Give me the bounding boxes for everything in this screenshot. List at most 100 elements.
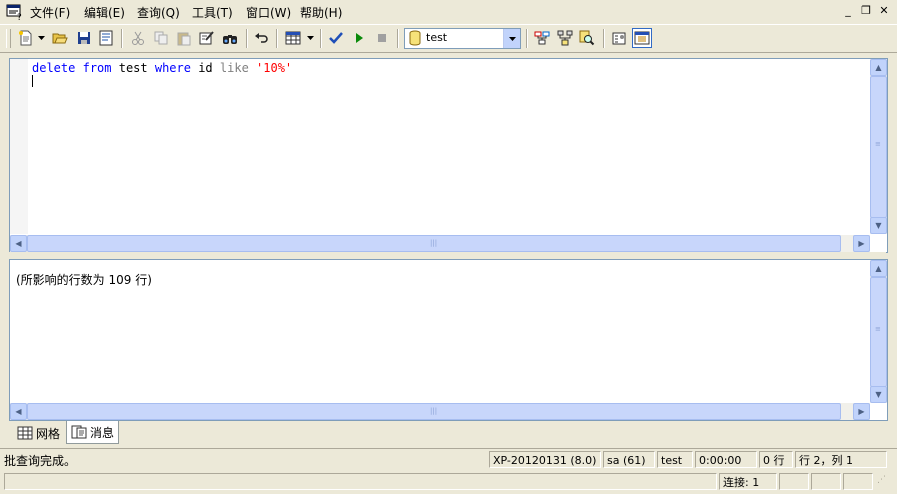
parse-check-icon bbox=[329, 32, 343, 44]
results-mode-icon bbox=[285, 31, 301, 45]
database-select-dropdown[interactable] bbox=[503, 29, 520, 48]
chevron-up-icon: ▲ bbox=[875, 63, 882, 72]
paste-button[interactable] bbox=[174, 28, 194, 48]
clear-icon bbox=[199, 31, 214, 45]
menu-file[interactable]: 文件(F) bbox=[30, 4, 70, 21]
toolbar-separator bbox=[603, 29, 605, 48]
menu-tools[interactable]: 工具(T) bbox=[192, 4, 233, 21]
toolbar-grip[interactable] bbox=[6, 29, 11, 48]
results-pane[interactable]: (所影响的行数为 109 行) ▲ ≡ ▼ ◀ ||| ▶ bbox=[9, 259, 888, 421]
results-vertical-scrollbar[interactable]: ▲ ≡ ▼ bbox=[870, 260, 887, 403]
editor-vertical-scrollbar[interactable]: ▲ ≡ ▼ bbox=[870, 59, 887, 234]
scroll-right-button[interactable]: ▶ bbox=[853, 403, 870, 420]
display-plan-button[interactable] bbox=[532, 28, 552, 48]
menu-query[interactable]: 查询(Q) bbox=[137, 4, 180, 21]
restore-button[interactable]: ❐ bbox=[858, 4, 874, 18]
close-button[interactable]: ✕ bbox=[876, 4, 892, 18]
editor-gutter bbox=[10, 59, 28, 234]
grid-icon bbox=[17, 426, 33, 440]
grip-icon: ||| bbox=[430, 407, 438, 415]
connection-status-bar: 连接: 1 ⋰ bbox=[0, 471, 897, 494]
database-select[interactable]: test bbox=[404, 28, 521, 49]
parse-query-button[interactable] bbox=[326, 28, 346, 48]
save-button[interactable] bbox=[74, 28, 94, 48]
query-editor[interactable]: delete from test where id like '10%' ▲ ≡… bbox=[9, 58, 888, 253]
chevron-left-icon: ◀ bbox=[15, 407, 22, 416]
restore-icon: ❐ bbox=[861, 4, 871, 17]
undo-button[interactable] bbox=[252, 28, 272, 48]
find-button[interactable] bbox=[220, 28, 240, 48]
find-icon bbox=[223, 35, 237, 44]
status-panel-empty bbox=[811, 473, 841, 490]
object-search-button[interactable] bbox=[577, 28, 597, 48]
scroll-thumb[interactable]: ≡ bbox=[870, 76, 887, 218]
results-mode-dropdown[interactable] bbox=[305, 28, 315, 48]
tab-grid[interactable]: 网格 bbox=[13, 423, 64, 443]
execute-query-button[interactable] bbox=[349, 28, 369, 48]
result-message: (所影响的行数为 109 行) bbox=[16, 273, 152, 287]
status-user: sa (61) bbox=[603, 451, 655, 468]
resize-grip-icon[interactable]: ⋰ bbox=[877, 475, 886, 485]
new-query-dropdown[interactable] bbox=[36, 28, 46, 48]
properties-icon bbox=[612, 32, 626, 45]
load-script-icon bbox=[99, 30, 113, 46]
menu-help[interactable]: 帮助(H) bbox=[300, 4, 342, 21]
open-button[interactable] bbox=[50, 28, 70, 48]
cancel-query-button[interactable] bbox=[372, 28, 392, 48]
scroll-thumb[interactable]: ≡ bbox=[870, 277, 887, 387]
new-query-button[interactable] bbox=[16, 28, 36, 48]
sql-token: '10%' bbox=[256, 61, 293, 75]
menu-window[interactable]: 窗口(W) bbox=[246, 4, 291, 21]
results-horizontal-scrollbar[interactable]: ◀ ||| ▶ bbox=[10, 403, 870, 420]
sql-token: where bbox=[154, 61, 191, 75]
svg-text:?: ? bbox=[17, 13, 22, 20]
scroll-up-button[interactable]: ▲ bbox=[870, 260, 887, 277]
object-browser-button[interactable] bbox=[632, 28, 652, 48]
menu-edit[interactable]: 编辑(E) bbox=[84, 4, 125, 21]
sql-token: like bbox=[219, 61, 249, 75]
scroll-left-button[interactable]: ◀ bbox=[10, 235, 27, 252]
status-panel-empty bbox=[4, 473, 717, 490]
grip-icon: ≡ bbox=[875, 140, 881, 148]
tab-messages[interactable]: 消息 bbox=[66, 421, 120, 444]
new-query-icon bbox=[19, 30, 32, 46]
toolbar: test bbox=[0, 24, 897, 53]
pane-splitter[interactable] bbox=[9, 252, 886, 258]
index-tuning-icon bbox=[557, 30, 573, 46]
cut-button[interactable] bbox=[128, 28, 148, 48]
scroll-thumb[interactable]: ||| bbox=[27, 235, 841, 252]
status-panel-empty bbox=[843, 473, 873, 490]
scroll-right-button[interactable]: ▶ bbox=[853, 235, 870, 252]
close-icon: ✕ bbox=[879, 4, 889, 17]
results-mode-button[interactable] bbox=[283, 28, 303, 48]
sql-text-line[interactable]: delete from test where id like '10%' bbox=[32, 61, 292, 75]
tab-messages-label: 消息 bbox=[90, 425, 115, 440]
sql-token: delete bbox=[32, 61, 76, 75]
scroll-up-button[interactable]: ▲ bbox=[870, 59, 887, 76]
grip-icon: ≡ bbox=[875, 325, 881, 333]
status-database: test bbox=[657, 451, 693, 468]
scroll-down-button[interactable]: ▼ bbox=[870, 386, 887, 403]
object-search-icon bbox=[579, 30, 595, 46]
copy-button[interactable] bbox=[151, 28, 171, 48]
editor-horizontal-scrollbar[interactable]: ◀ ||| ▶ bbox=[10, 235, 870, 252]
status-bar: 批查询完成。 XP-20120131 (8.0) sa (61) test 0:… bbox=[0, 448, 897, 471]
undo-icon bbox=[255, 33, 268, 43]
clear-window-button[interactable] bbox=[197, 28, 217, 48]
dropdown-arrow-icon bbox=[37, 36, 45, 40]
chevron-down-icon: ▼ bbox=[875, 221, 882, 230]
scroll-down-button[interactable]: ▼ bbox=[870, 217, 887, 234]
scroll-thumb[interactable]: ||| bbox=[27, 403, 841, 420]
minimize-button[interactable]: _ bbox=[840, 4, 856, 18]
load-script-button[interactable] bbox=[96, 28, 116, 48]
properties-button[interactable] bbox=[609, 28, 629, 48]
sql-token: id bbox=[190, 61, 220, 75]
status-panel-empty bbox=[779, 473, 809, 490]
tab-grid-label: 网格 bbox=[36, 426, 61, 441]
scroll-left-button[interactable]: ◀ bbox=[10, 403, 27, 420]
index-tuning-button[interactable] bbox=[555, 28, 575, 48]
chevron-left-icon: ◀ bbox=[15, 239, 22, 248]
query-analyzer-app-icon[interactable]: ? bbox=[6, 4, 24, 20]
dropdown-arrow-icon bbox=[306, 36, 314, 40]
